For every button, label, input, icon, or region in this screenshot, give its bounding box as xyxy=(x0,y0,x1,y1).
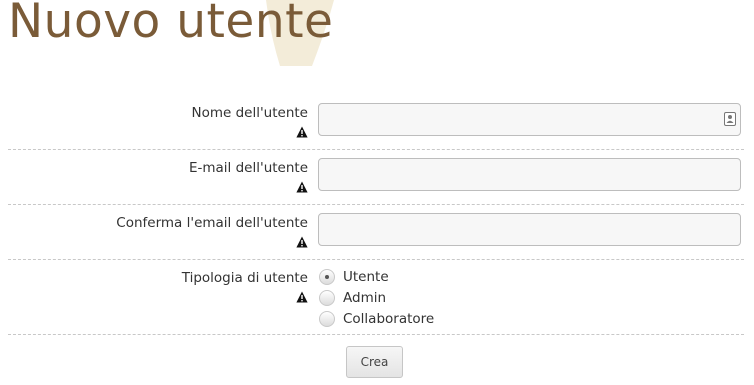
radio-label-collaboratore: Collaboratore xyxy=(343,310,435,327)
form-row-email: E-mail dell'utente xyxy=(8,150,744,205)
warning-triangle-icon xyxy=(296,236,308,248)
warning-triangle-icon xyxy=(296,126,308,138)
radio-button-utente[interactable] xyxy=(319,268,335,285)
email-field[interactable] xyxy=(318,158,741,191)
warning-triangle-icon xyxy=(296,291,308,303)
email-label: E-mail dell'utente xyxy=(188,160,308,176)
radio-label-admin: Admin xyxy=(343,289,387,306)
page-title: Nuovo utente xyxy=(8,0,334,49)
warning-triangle-icon xyxy=(296,181,308,193)
username-input[interactable] xyxy=(318,103,741,136)
radio-option-collaboratore[interactable]: Collaboratore xyxy=(319,308,434,329)
contact-card-icon[interactable] xyxy=(724,112,736,126)
radio-label-utente: Utente xyxy=(343,268,389,285)
user-type-radio-group: Utente Admin Collaboratore xyxy=(319,266,434,329)
form-actions: Crea xyxy=(8,335,744,385)
confirm-email-field[interactable] xyxy=(318,213,741,246)
user-type-label: Tipologia di utente xyxy=(181,270,308,286)
form-row-username: Nome dell'utente xyxy=(8,95,744,150)
new-user-form: Nome dell'utente E-mail dell'utente Conf… xyxy=(8,95,744,385)
radio-option-admin[interactable]: Admin xyxy=(319,287,434,308)
confirm-email-label: Conferma l'email dell'utente xyxy=(116,215,308,231)
radio-button-admin[interactable] xyxy=(319,289,335,306)
create-button[interactable]: Crea xyxy=(346,346,403,378)
form-row-confirm-email: Conferma l'email dell'utente xyxy=(8,205,744,260)
username-label: Nome dell'utente xyxy=(191,105,308,121)
form-row-user-type: Tipologia di utente Utente Admin Collabo… xyxy=(8,260,744,335)
radio-button-collaboratore[interactable] xyxy=(319,310,335,327)
radio-option-utente[interactable]: Utente xyxy=(319,266,434,287)
